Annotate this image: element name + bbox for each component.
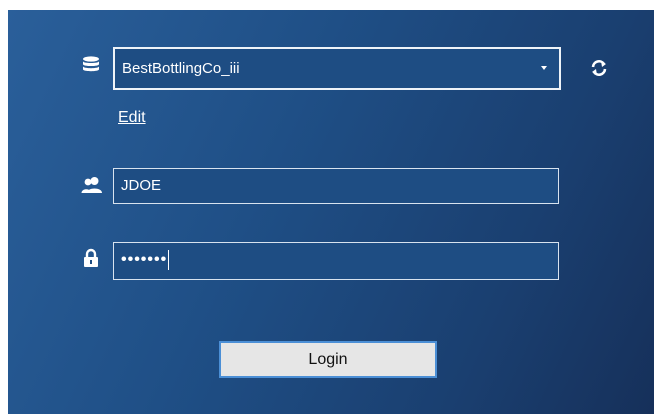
password-field[interactable]: ••••••• <box>113 242 559 280</box>
refresh-icon[interactable] <box>590 59 608 77</box>
login-button[interactable]: Login <box>219 341 437 378</box>
edit-link[interactable]: Edit <box>118 109 146 127</box>
chevron-down-icon[interactable] <box>541 66 547 70</box>
username-value: JDOE <box>121 177 162 194</box>
login-panel: BestBottlingCo_iii Edit JDOE ••••••• Log… <box>8 10 654 414</box>
database-icon <box>82 56 100 72</box>
database-select-value: BestBottlingCo_iii <box>122 60 240 77</box>
username-field[interactable]: JDOE <box>113 168 559 204</box>
lock-icon <box>83 248 99 268</box>
users-icon <box>81 176 103 194</box>
text-cursor <box>168 249 170 270</box>
database-select[interactable]: BestBottlingCo_iii <box>113 47 561 90</box>
password-value: ••••••• <box>121 251 168 268</box>
